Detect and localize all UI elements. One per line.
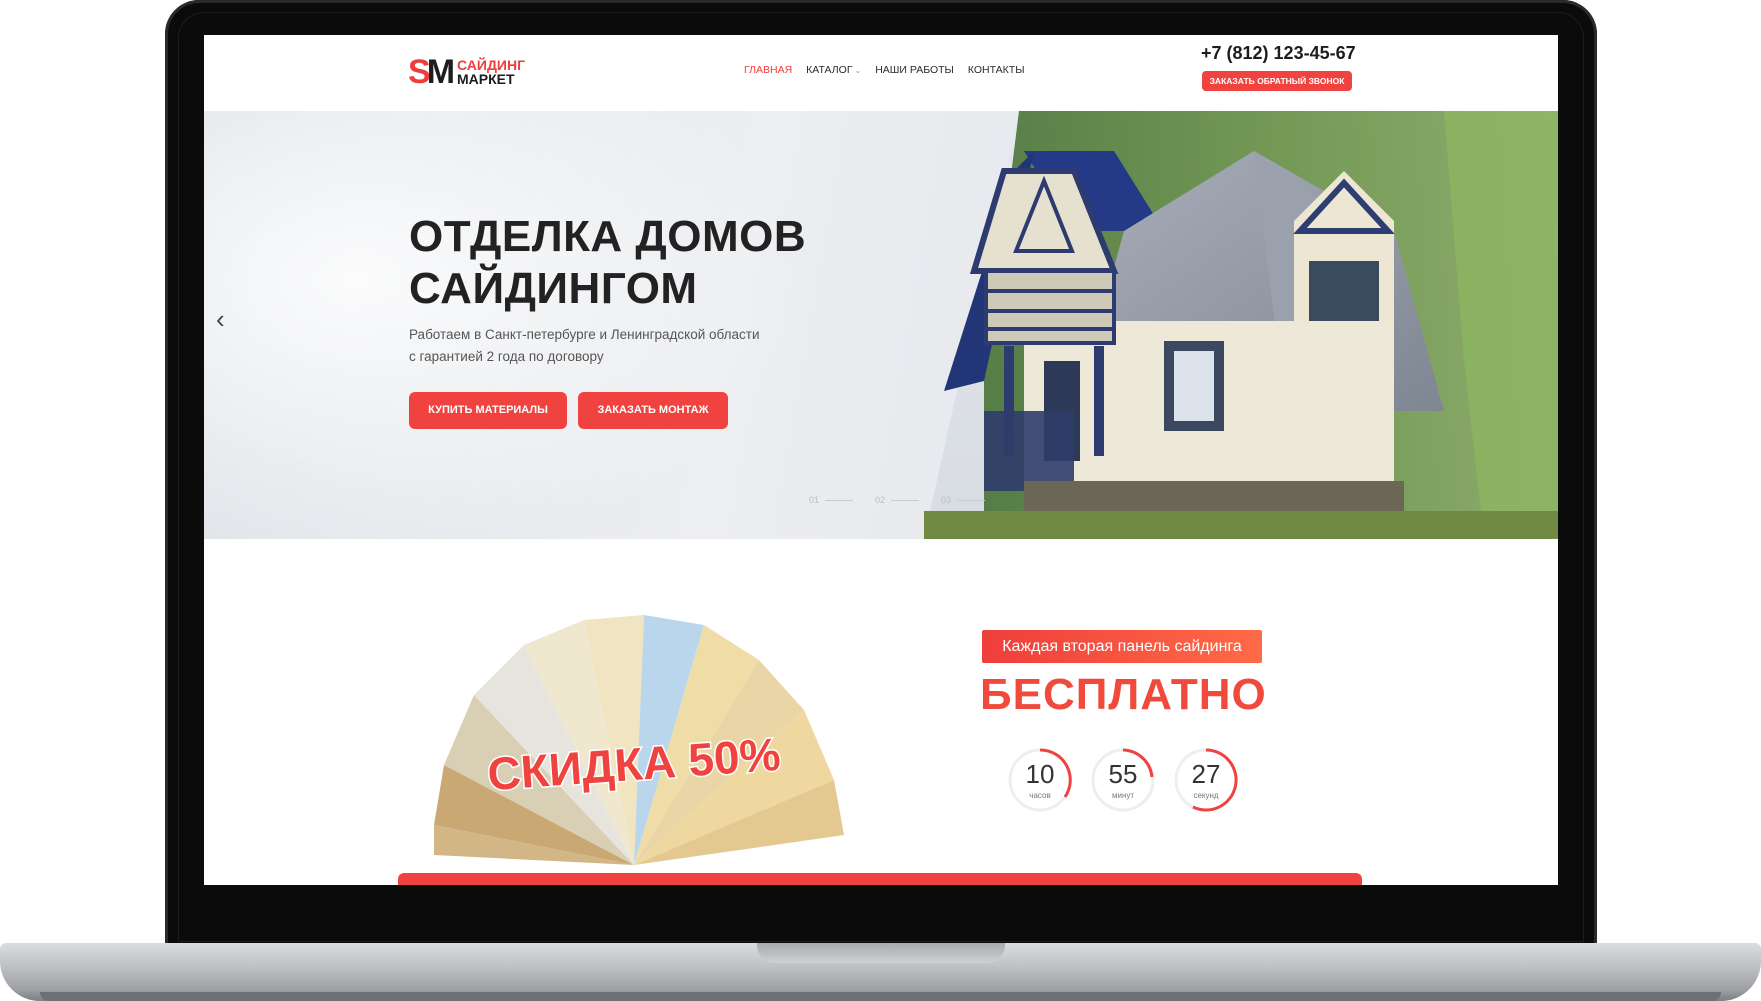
- timer-hours-label: часов: [1029, 791, 1051, 800]
- hero-title-line-2: САЙДИНГОМ: [409, 264, 698, 313]
- callback-button[interactable]: ЗАКАЗАТЬ ОБРАТНЫЙ ЗВОНОК: [1202, 71, 1352, 91]
- promo-free: БЕСПЛАТНО: [980, 670, 1267, 719]
- logo-line-2: МАРКЕТ: [457, 71, 515, 87]
- timer-seconds-label: секунд: [1193, 791, 1219, 800]
- promo-badge: Каждая вторая панель сайдинга: [982, 630, 1262, 663]
- logo-mark: SM: [408, 53, 455, 91]
- form-bar: [398, 873, 1362, 885]
- timer-minutes: 55 минут: [1090, 747, 1156, 813]
- logo-text: САЙДИНГ МАРКЕТ: [457, 58, 525, 86]
- slider-pagination: 01 02 03: [809, 495, 985, 505]
- website-screen: SM САЙДИНГ МАРКЕТ ГЛАВНАЯ КАТАЛОГ ⌄ НАШИ …: [204, 35, 1558, 885]
- house-image: [924, 111, 1558, 539]
- site-header: SM САЙДИНГ МАРКЕТ ГЛАВНАЯ КАТАЛОГ ⌄ НАШИ …: [204, 35, 1558, 111]
- slide-dot-2[interactable]: 02: [875, 495, 919, 505]
- nav-home[interactable]: ГЛАВНАЯ: [744, 64, 792, 76]
- hero-subtitle-line-1: Работаем в Санкт-петербурге и Ленинградс…: [409, 327, 760, 342]
- hero-slider: ‹ ОТДЕЛКА ДОМОВ САЙДИНГОМ Работаем в Сан…: [204, 111, 1558, 539]
- hero-subtitle-line-2: с гарантией 2 года по договору: [409, 349, 604, 364]
- slider-prev-icon[interactable]: ‹: [216, 304, 225, 335]
- timer-minutes-label: минут: [1111, 791, 1135, 800]
- laptop-base-edge: [40, 992, 1721, 1001]
- logo[interactable]: SM САЙДИНГ МАРКЕТ: [408, 55, 525, 89]
- phone-number[interactable]: +7 (812) 123-45-67: [1201, 43, 1356, 64]
- nav-catalog[interactable]: КАТАЛОГ ⌄: [806, 64, 861, 76]
- hero-title: ОТДЕЛКА ДОМОВ САЙДИНГОМ: [409, 211, 806, 315]
- hero-title-line-1: ОТДЕЛКА ДОМОВ: [409, 212, 807, 261]
- laptop-notch: [757, 943, 1005, 963]
- buy-materials-button[interactable]: КУПИТЬ МАТЕРИАЛЫ: [409, 392, 567, 429]
- siding-fan-image: СКИДКА 50%: [434, 615, 844, 865]
- main-nav: ГЛАВНАЯ КАТАЛОГ ⌄ НАШИ РАБОТЫ КОНТАКТЫ: [744, 64, 1025, 76]
- chevron-down-icon: ⌄: [854, 66, 862, 75]
- nav-catalog-label: КАТАЛОГ: [806, 64, 853, 76]
- timer-hours: 10 часов: [1007, 747, 1073, 813]
- timer-seconds: 27 секунд: [1173, 747, 1239, 813]
- logo-line-1: САЙДИНГ: [457, 57, 526, 73]
- slide-dot-1[interactable]: 01: [809, 495, 853, 505]
- order-installation-button[interactable]: ЗАКАЗАТЬ МОНТАЖ: [578, 392, 728, 429]
- nav-works[interactable]: НАШИ РАБОТЫ: [875, 64, 954, 76]
- timer-hours-value: 10: [1025, 759, 1055, 789]
- slide-dot-3[interactable]: 03: [941, 495, 985, 505]
- hero-subtitle: Работаем в Санкт-петербурге и Ленинградс…: [409, 324, 809, 368]
- timer-seconds-value: 27: [1191, 759, 1221, 789]
- nav-contacts[interactable]: КОНТАКТЫ: [968, 64, 1025, 76]
- timer-minutes-value: 55: [1108, 759, 1138, 789]
